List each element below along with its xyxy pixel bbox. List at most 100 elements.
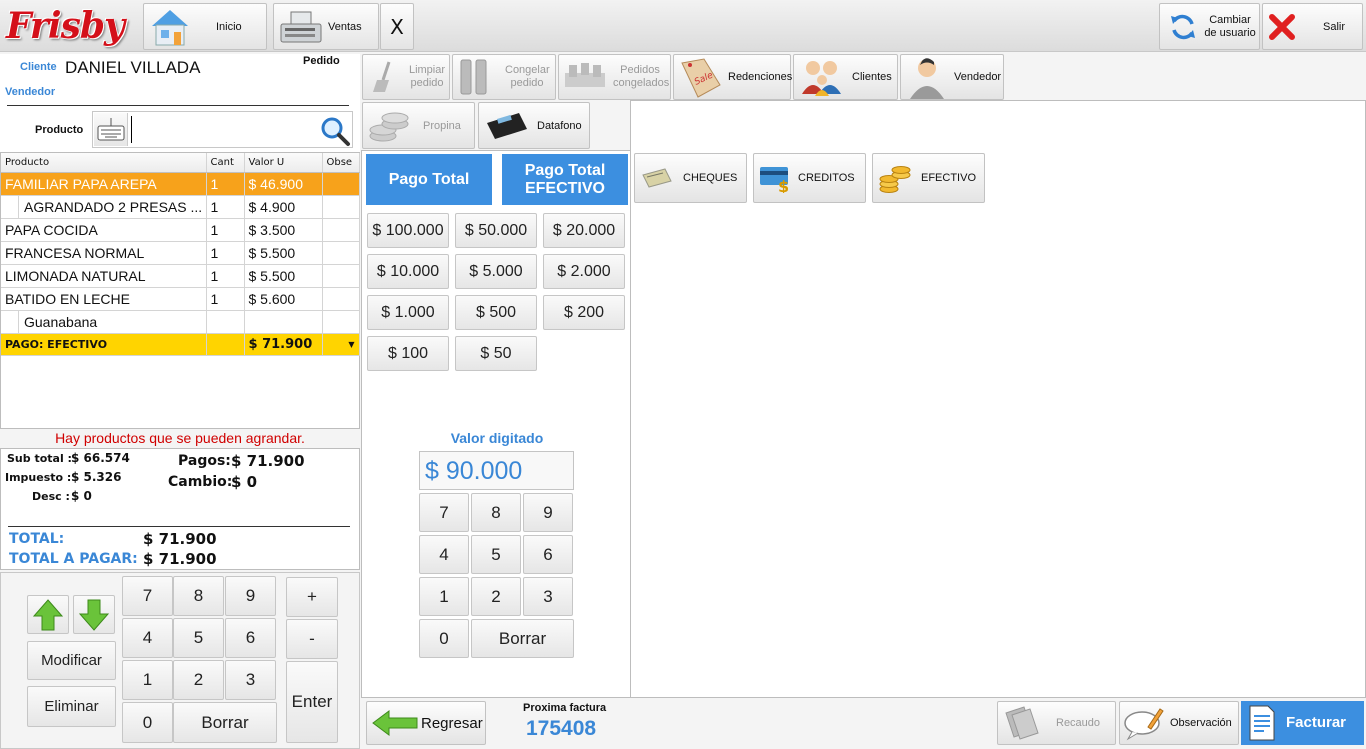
- keypad-key-3[interactable]: 3: [225, 660, 276, 700]
- payment-key-1[interactable]: 1: [419, 577, 469, 616]
- regresar-label: Regresar: [421, 714, 483, 732]
- arrow-left-icon: [372, 710, 418, 736]
- pedido-label: Pedido: [303, 55, 340, 67]
- amount-button[interactable]: $ 100: [367, 336, 449, 371]
- efectivo-button[interactable]: EFECTIVO: [872, 153, 985, 203]
- table-row[interactable]: AGRANDADO 2 PRESAS ... 1 $ 4.900: [1, 195, 360, 219]
- totals-panel: Sub total : $ 66.574 Impuesto : $ 5.326 …: [0, 448, 360, 570]
- cambiar-usuario-button[interactable]: Cambiar de usuario: [1159, 3, 1260, 50]
- propina-button[interactable]: Propina: [362, 102, 475, 149]
- search-icon[interactable]: [319, 115, 351, 147]
- cell-obs: [322, 241, 360, 265]
- payment-key-7[interactable]: 7: [419, 493, 469, 532]
- close-tab-button[interactable]: X: [380, 3, 414, 50]
- amount-button[interactable]: $ 10.000: [367, 254, 449, 289]
- cambio-label: Cambio:: [168, 474, 233, 490]
- amount-button[interactable]: $ 50.000: [455, 213, 537, 248]
- credit-card-icon: $: [760, 167, 789, 193]
- table-row[interactable]: FAMILIAR PAPA AREPA 1 $ 46.900: [1, 172, 360, 196]
- amount-button[interactable]: $ 200: [543, 295, 625, 330]
- pago-total-button[interactable]: Pago Total: [366, 154, 492, 205]
- cell-qty: 1: [206, 264, 245, 288]
- redenciones-button[interactable]: Sale Redenciones: [673, 54, 793, 100]
- amount-button[interactable]: $ 2.000: [543, 254, 625, 289]
- keypad-key-8[interactable]: 8: [173, 576, 224, 616]
- datafono-button[interactable]: Datafono: [478, 102, 590, 149]
- plus-button[interactable]: +: [286, 577, 338, 617]
- amount-button[interactable]: $ 5.000: [455, 254, 537, 289]
- cambiar-usuario-label: Cambiar de usuario: [1204, 13, 1256, 39]
- keyboard-icon: [97, 118, 125, 141]
- recaudo-button[interactable]: Recaudo: [997, 701, 1116, 745]
- redenciones-label: Redenciones: [728, 71, 793, 83]
- payment-key-2[interactable]: 2: [471, 577, 521, 616]
- payment-key-4[interactable]: 4: [419, 535, 469, 574]
- left-keypad-panel: Modificar Eliminar Borrar + - Enter 789 4…: [0, 572, 360, 749]
- payment-methods-area: CHEQUES $ CREDITOS EFECTIVO: [630, 100, 1366, 698]
- salir-button[interactable]: Salir: [1262, 3, 1363, 50]
- borrar-button[interactable]: Borrar: [471, 619, 574, 658]
- user-icon: [910, 58, 944, 99]
- payment-panel: Pago Total Pago Total EFECTIVO Valor dig…: [361, 150, 631, 698]
- keyboard-button[interactable]: [94, 113, 128, 146]
- amount-button[interactable]: $ 20.000: [543, 213, 625, 248]
- keypad-key-2[interactable]: 2: [173, 660, 224, 700]
- top-bar: Frisby Inicio Ventas X Cambiar de usuari…: [0, 0, 1366, 52]
- valor-digitado-display[interactable]: $ 90.000: [419, 451, 574, 490]
- column-header: Cant: [206, 153, 245, 173]
- keypad-key-7[interactable]: 7: [122, 576, 173, 616]
- pedidos-congelados-button[interactable]: Pedidos congelados: [558, 54, 671, 100]
- amount-button[interactable]: $ 50: [455, 336, 537, 371]
- arrow-up-button[interactable]: [27, 595, 69, 634]
- table-row[interactable]: FRANCESA NORMAL 1 $ 5.500: [1, 241, 360, 265]
- inicio-button[interactable]: Inicio: [143, 3, 267, 50]
- total-label: TOTAL:: [9, 531, 65, 547]
- regresar-button[interactable]: Regresar: [366, 701, 486, 745]
- payment-key-3[interactable]: 3: [523, 577, 573, 616]
- congelar-pedido-button[interactable]: Congelar pedido: [452, 54, 556, 100]
- payment-row[interactable]: PAGO: EFECTIVO $ 71.900 ▼: [1, 333, 360, 356]
- table-row[interactable]: PAPA COCIDA 1 $ 3.500: [1, 218, 360, 242]
- amount-button[interactable]: $ 100.000: [367, 213, 449, 248]
- table-row[interactable]: Guanabana: [1, 310, 360, 334]
- creditos-button[interactable]: $ CREDITOS: [753, 153, 866, 203]
- cheques-button[interactable]: CHEQUES: [634, 153, 747, 203]
- payment-key-0[interactable]: 0: [419, 619, 469, 658]
- facturar-button[interactable]: Facturar: [1241, 701, 1364, 745]
- limpiar-pedido-button[interactable]: Limpiar pedido: [362, 54, 450, 100]
- ventas-button[interactable]: Ventas: [273, 3, 379, 50]
- table-row[interactable]: BATIDO EN LECHE 1 $ 5.600: [1, 287, 360, 311]
- keypad-key-1[interactable]: 1: [122, 660, 173, 700]
- keypad-key-4[interactable]: 4: [122, 618, 173, 658]
- keypad-key-0[interactable]: 0: [122, 702, 173, 743]
- payment-key-5[interactable]: 5: [471, 535, 521, 574]
- enter-button[interactable]: Enter: [286, 661, 338, 743]
- amount-button[interactable]: $ 500: [455, 295, 537, 330]
- keypad-key-5[interactable]: 5: [173, 618, 224, 658]
- minus-button[interactable]: -: [286, 619, 338, 659]
- cash-register-icon: [280, 11, 322, 42]
- pause-icon: [460, 59, 487, 95]
- cell-price: $ 5.500: [244, 264, 323, 288]
- keypad-key-6[interactable]: 6: [225, 618, 276, 658]
- dropdown-arrow-icon[interactable]: ▼: [322, 333, 360, 356]
- cell-qty: [206, 310, 245, 334]
- payment-key-6[interactable]: 6: [523, 535, 573, 574]
- modificar-button[interactable]: Modificar: [27, 641, 116, 680]
- keypad-key-9[interactable]: 9: [225, 576, 276, 616]
- amount-button[interactable]: $ 1.000: [367, 295, 449, 330]
- frisby-logo: Frisby: [6, 5, 125, 47]
- clientes-button[interactable]: Clientes: [793, 54, 898, 100]
- table-row[interactable]: LIMONADA NATURAL 1 $ 5.500: [1, 264, 360, 288]
- eliminar-button[interactable]: Eliminar: [27, 686, 116, 727]
- payment-key-8[interactable]: 8: [471, 493, 521, 532]
- vendedor-button[interactable]: Vendedor: [900, 54, 1004, 100]
- cambio-value: $ 0: [231, 473, 258, 491]
- observacion-button[interactable]: Observación: [1119, 701, 1239, 745]
- producto-input[interactable]: [131, 116, 311, 143]
- arrow-down-button[interactable]: [73, 595, 115, 634]
- pago-total-efectivo-button[interactable]: Pago Total EFECTIVO: [502, 154, 628, 205]
- borrar-button[interactable]: Borrar: [173, 702, 277, 743]
- order-header: Cliente DANIEL VILLADA Pedido Vendedor P…: [0, 54, 360, 152]
- payment-key-9[interactable]: 9: [523, 493, 573, 532]
